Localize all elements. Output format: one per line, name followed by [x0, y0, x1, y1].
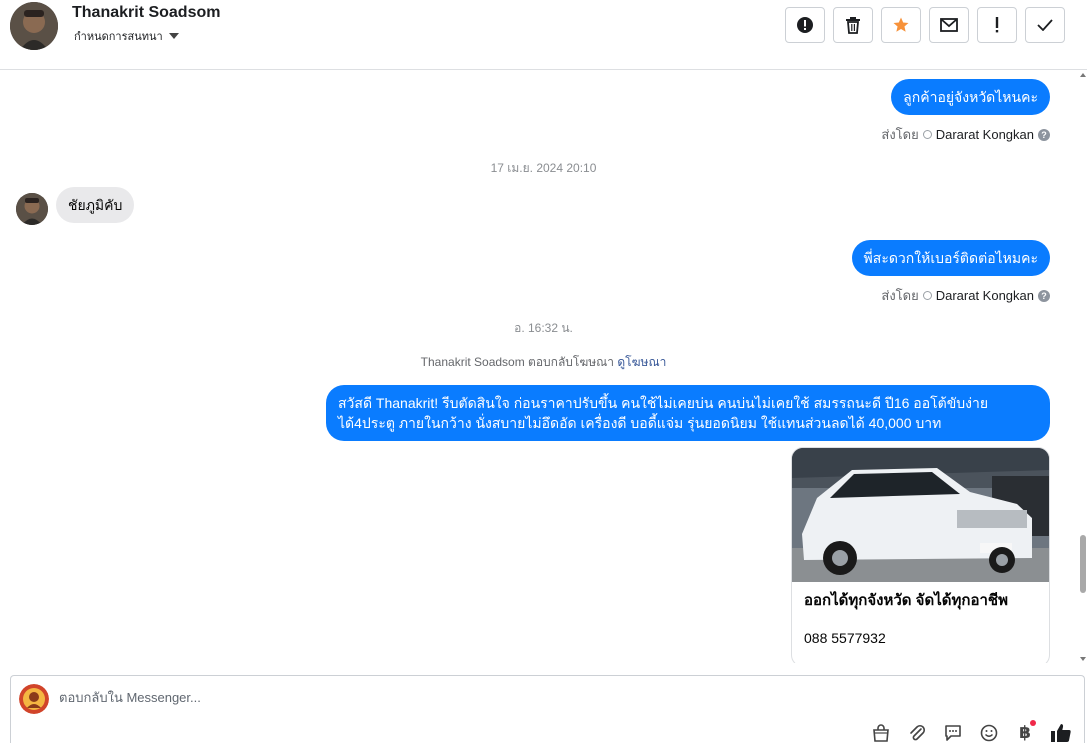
like-icon [1051, 724, 1071, 742]
scroll-down-icon[interactable] [1080, 657, 1086, 661]
scroll-up-icon[interactable] [1080, 73, 1086, 77]
sender-name: Dararat Kongkan [935, 288, 1034, 303]
emoji-icon [980, 724, 998, 742]
scroll-thumb[interactable] [1080, 535, 1086, 593]
sent-by-info: ส่งโดย Dararat Kongkan ? [881, 124, 1050, 145]
ad-card[interactable]: ออกได้ทุกจังหวัด จัดได้ทุกอาชีพ 088 5577… [791, 447, 1050, 663]
contact-avatar[interactable] [10, 2, 58, 50]
sent-by-label: ส่งโดย [881, 288, 919, 303]
like-button[interactable] [1050, 722, 1072, 743]
trash-icon [846, 17, 860, 34]
mark-unread-button[interactable] [929, 7, 969, 43]
message-line: สวัสดี Thanakrit! รีบตัดสินใจ ก่อนราคาปร… [338, 395, 989, 411]
card-phone: 088 5577932 [804, 630, 886, 646]
spam-icon [797, 17, 813, 33]
conversation-header: Thanakrit Soadsom กำหนดการสนทนา [0, 0, 1087, 70]
view-ad-link[interactable]: ดูโฆษณา [617, 355, 666, 369]
page-badge-icon [922, 291, 932, 300]
sender-name: Dararat Kongkan [935, 127, 1034, 142]
timestamp: อ. 16:32 น. [514, 321, 573, 335]
assign-label: กำหนดการสนทนา [74, 31, 163, 43]
contact-name[interactable]: Thanakrit Soadsom [72, 4, 220, 22]
page-badge-icon [922, 130, 932, 139]
ad-reply-note: Thanakrit Soadsom ตอบกลับโฆษณา ดูโฆษณา [0, 353, 1087, 372]
help-icon[interactable]: ? [1038, 128, 1050, 141]
sent-by-label: ส่งโดย [881, 127, 919, 142]
sent-by-info: ส่งโดย Dararat Kongkan ? [881, 285, 1050, 306]
payment-button[interactable]: ฿ [1014, 720, 1036, 743]
incoming-message[interactable]: ชัยภูมิคับ [56, 187, 135, 223]
star-icon [893, 17, 909, 32]
outgoing-ad-message[interactable]: สวัสดี Thanakrit! รีบตัดสินใจ ก่อนราคาปร… [326, 385, 1050, 441]
page-avatar [19, 684, 49, 714]
baht-icon: ฿ [1019, 723, 1031, 742]
reply-composer: ฿ [10, 675, 1085, 743]
saved-replies-button[interactable] [942, 722, 964, 743]
ad-reply-text: Thanakrit Soadsom ตอบกลับโฆษณา [420, 355, 615, 369]
help-icon[interactable]: ? [1038, 289, 1050, 302]
emoji-button[interactable] [978, 722, 1000, 743]
inbox-conversation-view: Thanakrit Soadsom กำหนดการสนทนา ลูกค้าอย… [0, 0, 1087, 743]
timestamp: 17 เม.ย. 2024 20:10 [490, 161, 597, 175]
notification-dot [1030, 720, 1036, 726]
caret-down-icon [168, 33, 179, 39]
outgoing-message[interactable]: ลูกค้าอยู่จังหวัดไหนคะ [891, 79, 1050, 115]
mark-spam-button[interactable] [785, 7, 825, 43]
important-icon [995, 17, 999, 33]
check-icon [1037, 19, 1053, 31]
follow-up-button[interactable] [977, 7, 1017, 43]
star-button[interactable] [881, 7, 921, 43]
attach-button[interactable] [906, 722, 928, 743]
mail-icon [940, 18, 958, 32]
saved-replies-icon [945, 725, 961, 741]
reply-input[interactable] [59, 690, 959, 705]
conversation-actions [785, 7, 1065, 43]
assign-conversation-dropdown[interactable]: กำหนดการสนทนา [74, 27, 179, 45]
composer-toolbar: ฿ [870, 720, 1072, 743]
shop-bag-icon [873, 724, 889, 742]
contact-avatar-small[interactable] [16, 193, 48, 225]
mark-done-button[interactable] [1025, 7, 1065, 43]
car-image [792, 448, 1049, 582]
outgoing-message[interactable]: พี่สะดวกให้เบอร์ติดต่อไหมคะ [851, 240, 1050, 276]
delete-button[interactable] [833, 7, 873, 43]
thread-scrollbar[interactable] [1079, 71, 1087, 663]
card-title: ออกได้ทุกจังหวัด จัดได้ทุกอาชีพ [804, 592, 1008, 609]
message-thread[interactable]: ลูกค้าอยู่จังหวัดไหนคะ ส่งโดย Dararat Ko… [0, 71, 1087, 663]
message-line: ได้4ประตู ภายในกว้าง นั่งสบายไม่อึดอัด เ… [338, 415, 942, 431]
attachment-icon [910, 724, 926, 741]
shop-button[interactable] [870, 722, 892, 743]
